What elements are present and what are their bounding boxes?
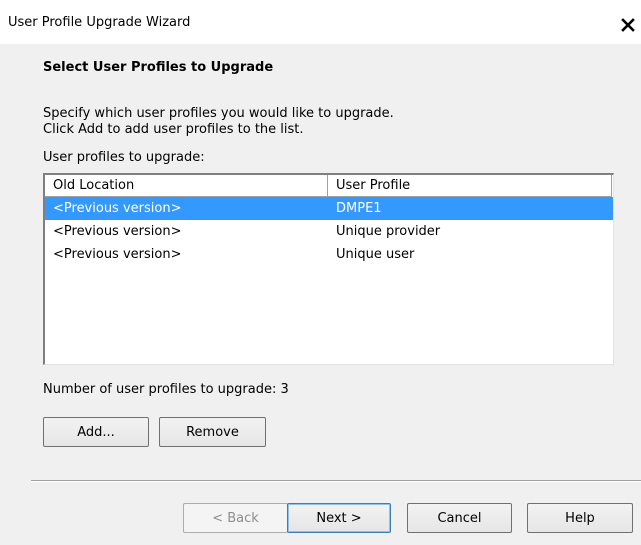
cell-user-profile: Unique provider	[336, 224, 441, 239]
description-line-2: Click Add to add user profiles to the li…	[43, 122, 304, 137]
back-button[interactable]: < Back	[183, 503, 288, 533]
description-line-1: Specify which user profiles you would li…	[43, 106, 394, 121]
wizard-body: Select User Profiles to Upgrade Specify …	[0, 44, 641, 545]
table-row[interactable]: <Previous version> DMPE1	[45, 197, 613, 220]
table-row[interactable]: <Previous version> Unique user	[45, 243, 613, 266]
list-header: Old Location User Profile	[45, 175, 613, 197]
footer-separator	[31, 480, 641, 482]
wizard-window: User Profile Upgrade Wizard Select User …	[0, 0, 641, 545]
cell-user-profile: Unique user	[336, 247, 415, 262]
column-header-old-location[interactable]: Old Location	[45, 175, 328, 197]
user-profiles-list[interactable]: Old Location User Profile <Previous vers…	[43, 173, 614, 365]
next-button[interactable]: Next >	[287, 503, 391, 533]
table-row[interactable]: <Previous version> Unique provider	[45, 220, 613, 243]
list-label: User profiles to upgrade:	[43, 150, 205, 165]
remove-button[interactable]: Remove	[159, 417, 266, 447]
profile-count: Number of user profiles to upgrade: 3	[43, 382, 289, 397]
close-icon	[621, 18, 635, 32]
profile-count-value: 3	[280, 382, 289, 397]
cell-old-location: <Previous version>	[53, 224, 182, 239]
help-button[interactable]: Help	[527, 503, 633, 533]
profile-count-label: Number of user profiles to upgrade:	[43, 382, 277, 397]
close-button[interactable]	[615, 14, 641, 36]
add-button[interactable]: Add...	[43, 417, 149, 447]
window-title: User Profile Upgrade Wizard	[8, 15, 191, 30]
title-bar[interactable]: User Profile Upgrade Wizard	[0, 0, 641, 44]
cell-old-location: <Previous version>	[53, 201, 182, 216]
cell-user-profile: DMPE1	[336, 201, 382, 216]
page-title: Select User Profiles to Upgrade	[43, 60, 274, 75]
cell-old-location: <Previous version>	[53, 247, 182, 262]
column-header-user-profile[interactable]: User Profile	[328, 175, 612, 197]
cancel-button[interactable]: Cancel	[407, 503, 512, 533]
